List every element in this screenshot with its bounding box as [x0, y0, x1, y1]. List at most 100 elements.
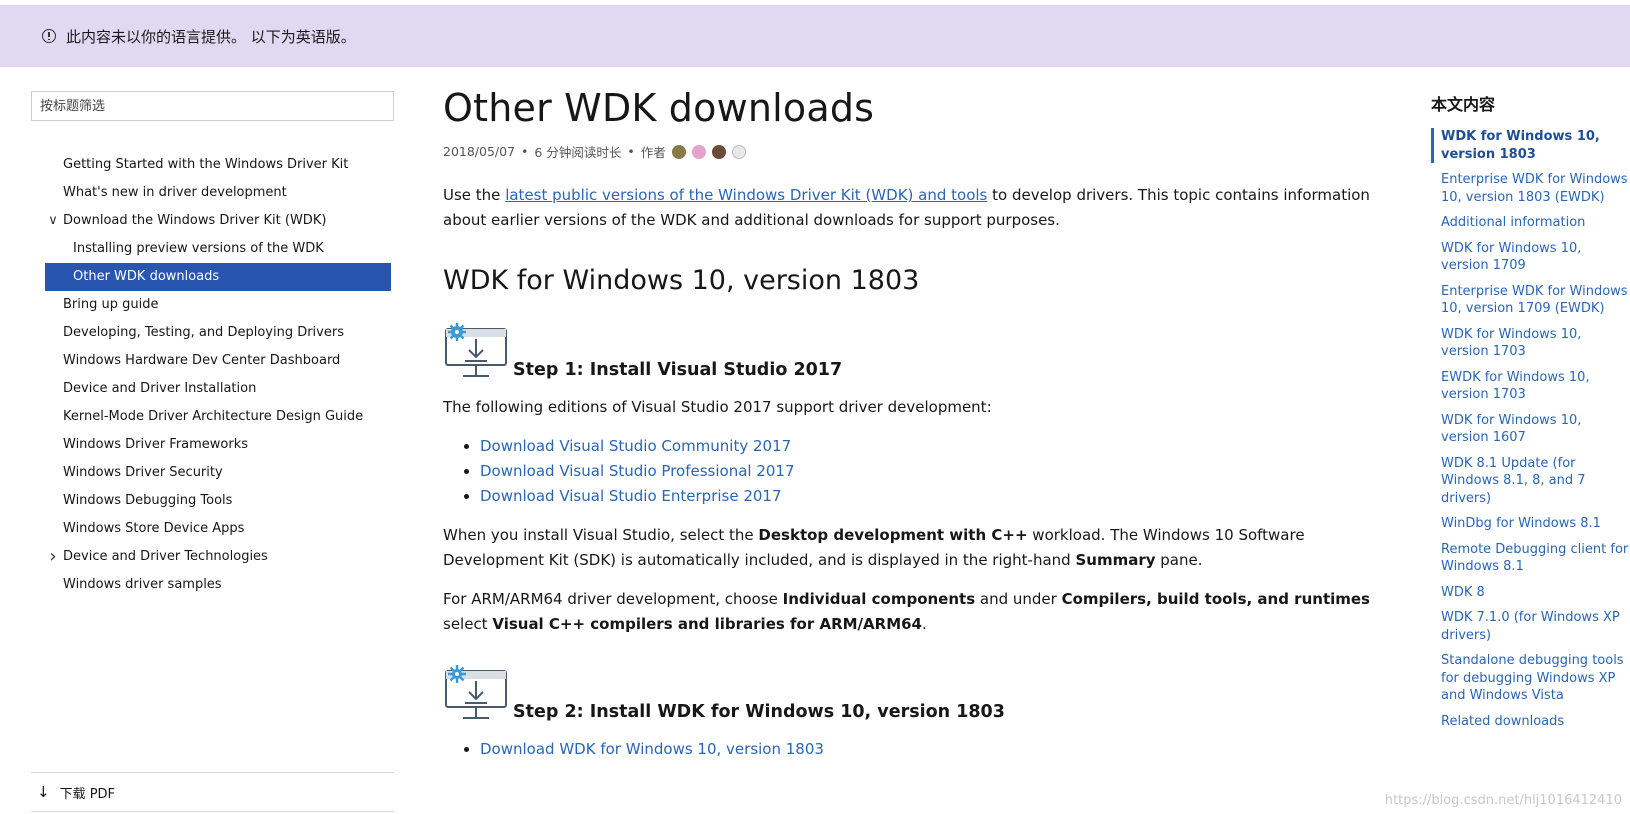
wdk-1803-download-link[interactable]: Download WDK for Windows 10, version 180… [480, 740, 824, 758]
list-item: Download Visual Studio Professional 2017 [480, 459, 1378, 484]
workload-paragraph: When you install Visual Studio, select t… [443, 523, 1378, 573]
para-text: and under [975, 590, 1062, 608]
para-text: . [922, 615, 927, 633]
sidebar-item-other-wdk-downloads[interactable]: Other WDK downloads [45, 263, 391, 291]
author-avatar[interactable] [671, 144, 686, 159]
banner-text: 此内容未以你的语言提供。 以下为英语版。 [66, 27, 356, 46]
section-heading-wdk-1803: WDK for Windows 10, version 1803 [443, 265, 920, 296]
step-1-text: The following editions of Visual Studio … [443, 398, 992, 416]
meta-separator-dot: • [521, 144, 529, 159]
para-text: When you install Visual Studio, select t… [443, 526, 759, 544]
article: Other WDK downloads 2018/05/07 • 6 分钟阅读时… [443, 82, 1378, 762]
info-icon [42, 29, 56, 43]
toc-link-remote-debugging-81[interactable]: Remote Debugging client for Windows 8.1 [1431, 541, 1630, 576]
toc-link-ewdk-1803[interactable]: Enterprise WDK for Windows 10, version 1… [1431, 171, 1630, 206]
in-this-article-toc: 本文内容 WDK for Windows 10, version 1803 En… [1431, 91, 1630, 738]
sidebar-item-label: Download the Windows Driver Kit (WDK) [63, 213, 327, 228]
sidebar-item-developing-testing[interactable]: Developing, Testing, and Deploying Drive… [45, 319, 391, 347]
author-avatar[interactable] [711, 144, 726, 159]
toc-link-wdk-81-update[interactable]: WDK 8.1 Update (for Windows 8.1, 8, and … [1431, 455, 1630, 508]
watermark-url: https://blog.csdn.net/hlj1016412410 [1384, 793, 1622, 808]
sidebar-item-dev-center-dashboard[interactable]: Windows Hardware Dev Center Dashboard [45, 347, 391, 375]
toc-link-ewdk-1703[interactable]: EWDK for Windows 10, version 1703 [1431, 369, 1630, 404]
vs-community-link[interactable]: Download Visual Studio Community 2017 [480, 437, 791, 455]
sidebar-item-label: Windows Driver Security [63, 465, 223, 480]
article-meta: 2018/05/07 • 6 分钟阅读时长 • 作者 [443, 142, 1378, 161]
intro-paragraph: Use the latest public versions of the Wi… [443, 183, 1378, 233]
sidebar-item-download-wdk[interactable]: Download the Windows Driver Kit (WDK) [45, 207, 391, 235]
sidebar-item-installing-preview[interactable]: Installing preview versions of the WDK [45, 235, 391, 263]
read-time: 6 分钟阅读时长 [534, 145, 622, 160]
download-pdf-button[interactable]: ↓ 下载 PDF [31, 772, 394, 812]
sidebar-item-bring-up-guide[interactable]: Bring up guide [45, 291, 391, 319]
para-text: For ARM/ARM64 driver development, choose [443, 590, 783, 608]
sidebar-item-label: Windows driver samples [63, 577, 222, 592]
sidebar-item-label: What's new in driver development [63, 185, 287, 200]
step-1-heading-row: Step 1: Install Visual Studio 2017 [443, 323, 1378, 381]
para-bold: Visual C++ compilers and libraries for A… [492, 615, 922, 633]
step-2-title: Step 2: Install WDK for Windows 10, vers… [513, 702, 1005, 722]
sidebar-item-debugging-tools[interactable]: Windows Debugging Tools [45, 487, 391, 515]
wdk-download-list: Download WDK for Windows 10, version 180… [443, 737, 1378, 762]
sidebar-item-label: Device and Driver Technologies [63, 549, 268, 564]
filter-by-title-input[interactable] [31, 91, 394, 121]
author-avatar[interactable] [691, 144, 706, 159]
meta-separator-dot: • [627, 144, 635, 159]
para-bold: Desktop development with C++ [758, 526, 1028, 544]
toc-heading: 本文内容 [1431, 95, 1496, 114]
visual-studio-download-list: Download Visual Studio Community 2017 Do… [443, 434, 1378, 509]
toc-link-wdk-1709[interactable]: WDK for Windows 10, version 1709 [1431, 240, 1630, 275]
step-1-title: Step 1: Install Visual Studio 2017 [513, 360, 843, 380]
download-monitor-icon [445, 665, 507, 719]
author-avatar[interactable] [731, 144, 746, 159]
chevron-right-icon[interactable] [47, 543, 59, 573]
download-arrow-icon: ↓ [37, 783, 50, 801]
para-bold: Compilers, build tools, and runtimes [1061, 590, 1370, 608]
toc-link-wdk-8[interactable]: WDK 8 [1431, 584, 1630, 602]
sidebar-item-getting-started[interactable]: Getting Started with the Windows Driver … [45, 151, 391, 179]
latest-wdk-link[interactable]: latest public versions of the Windows Dr… [505, 186, 987, 204]
toc-link-wdk-1703[interactable]: WDK for Windows 10, version 1703 [1431, 326, 1630, 361]
sidebar-item-driver-frameworks[interactable]: Windows Driver Frameworks [45, 431, 391, 459]
vs-enterprise-link[interactable]: Download Visual Studio Enterprise 2017 [480, 487, 782, 505]
sidebar-toc: Getting Started with the Windows Driver … [45, 151, 391, 599]
toc-link-additional-info[interactable]: Additional information [1431, 214, 1630, 232]
sidebar-item-driver-samples[interactable]: Windows driver samples [45, 571, 391, 599]
sidebar-item-label: Getting Started with the Windows Driver … [63, 157, 349, 172]
sidebar-item-label: Windows Driver Frameworks [63, 437, 249, 452]
sidebar-item-driver-security[interactable]: Windows Driver Security [45, 459, 391, 487]
page-title: Other WDK downloads [443, 86, 875, 130]
author-label: 作者 [640, 145, 666, 160]
sidebar-item-kernel-mode-guide[interactable]: Kernel-Mode Driver Architecture Design G… [45, 403, 391, 431]
sidebar-item-label: Developing, Testing, and Deploying Drive… [63, 325, 344, 340]
para-text: select [443, 615, 493, 633]
sidebar-item-label: Windows Debugging Tools [63, 493, 233, 508]
vs-professional-link[interactable]: Download Visual Studio Professional 2017 [480, 462, 795, 480]
toc-link-windbg-81[interactable]: WinDbg for Windows 8.1 [1431, 515, 1630, 533]
arm-paragraph: For ARM/ARM64 driver development, choose… [443, 587, 1378, 637]
toc-link-related-downloads[interactable]: Related downloads [1431, 713, 1630, 731]
sidebar-item-whats-new[interactable]: What's new in driver development [45, 179, 391, 207]
toc-link-wdk-1607[interactable]: WDK for Windows 10, version 1607 [1431, 412, 1630, 447]
para-text: pane. [1155, 551, 1203, 569]
article-date: 2018/05/07 [443, 144, 516, 159]
chevron-down-icon[interactable] [47, 207, 59, 235]
toc-link-ewdk-1709[interactable]: Enterprise WDK for Windows 10, version 1… [1431, 283, 1630, 318]
download-monitor-icon [445, 323, 507, 377]
para-bold: Individual components [782, 590, 976, 608]
sidebar-item-label: Installing preview versions of the WDK [73, 241, 324, 256]
list-item: Download Visual Studio Enterprise 2017 [480, 484, 1378, 509]
sidebar-item-device-driver-installation[interactable]: Device and Driver Installation [45, 375, 391, 403]
sidebar-item-label: Windows Hardware Dev Center Dashboard [63, 353, 341, 368]
sidebar-item-label: Windows Store Device Apps [63, 521, 245, 536]
sidebar-item-label: Device and Driver Installation [63, 381, 257, 396]
toc-link-wdk-1803[interactable]: WDK for Windows 10, version 1803 [1431, 128, 1630, 163]
sidebar-item-label: Other WDK downloads [73, 269, 220, 284]
toc-link-wdk-710[interactable]: WDK 7.1.0 (for Windows XP drivers) [1431, 609, 1630, 644]
sidebar-item-label: Bring up guide [63, 297, 159, 312]
para-bold: Summary [1075, 551, 1156, 569]
sidebar-item-driver-technologies[interactable]: Device and Driver Technologies [45, 543, 391, 571]
download-pdf-label: 下载 PDF [59, 786, 116, 802]
sidebar-item-store-device-apps[interactable]: Windows Store Device Apps [45, 515, 391, 543]
toc-link-standalone-debugging[interactable]: Standalone debugging tools for debugging… [1431, 652, 1630, 705]
